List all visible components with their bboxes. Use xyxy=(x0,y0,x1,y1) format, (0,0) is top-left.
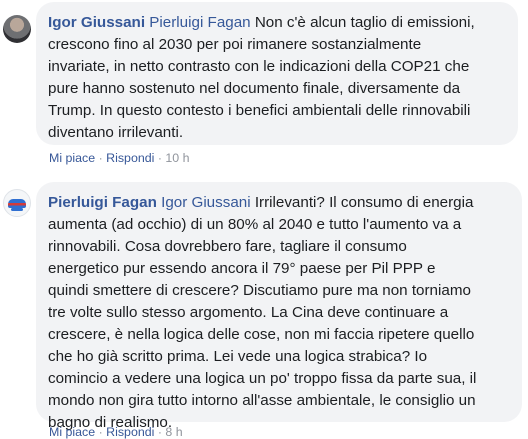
comment-text: crescono fino al 2030 per poi rimanere s… xyxy=(48,36,422,53)
logo-base-shape xyxy=(11,208,23,211)
comment-timestamp[interactable]: 8 h xyxy=(165,425,182,439)
comment-first-line: Pierluigi Fagan Igor Giussani Irrilevant… xyxy=(48,192,512,214)
comment-text: che ho già scritto prima. Lei vede una l… xyxy=(48,348,428,365)
comment-bubble: Igor Giussani Pierluigi Fagan Non c'è al… xyxy=(36,2,518,145)
comment-bubble: Pierluigi Fagan Igor Giussani Irrilevant… xyxy=(36,182,522,431)
comment-actions: Mi piace · Rispondi · 8 h xyxy=(49,425,183,439)
comment-text: invariate, in netto contrasto con le ind… xyxy=(48,58,470,75)
comment-text: Non c'è alcun taglio di emissioni, xyxy=(250,14,475,31)
separator: · xyxy=(154,425,166,439)
comment-text: diventano irrilevanti. xyxy=(48,124,184,141)
like-button[interactable]: Mi piace xyxy=(49,151,95,165)
separator: · xyxy=(95,151,107,165)
separator: · xyxy=(154,151,166,165)
avatar[interactable] xyxy=(3,15,31,43)
comment-text: pure hanno sostenuto nel documento final… xyxy=(48,80,461,97)
separator: · xyxy=(95,425,107,439)
comment-author[interactable]: Igor Giussani xyxy=(48,14,145,31)
comment-text: comincio a vedere una logica un po' trop… xyxy=(48,370,477,387)
avatar[interactable] xyxy=(3,189,31,217)
comment-text: quindi smettere di crescere? Discutiamo … xyxy=(48,282,471,299)
reply-button[interactable]: Rispondi xyxy=(106,425,154,439)
logo-icon xyxy=(8,199,26,208)
comment-text: crescere, è nella logica delle cose, non… xyxy=(48,326,475,343)
comment-text: mondo non gira tutto intorno all'asse am… xyxy=(48,392,476,409)
comment-mention[interactable]: Igor Giussani xyxy=(161,194,250,211)
comment-mention[interactable]: Pierluigi Fagan xyxy=(149,14,250,31)
comment-text: Irrilevanti? Il consumo di energia xyxy=(250,194,474,211)
comment-author[interactable]: Pierluigi Fagan xyxy=(48,194,157,211)
comment-first-line: Igor Giussani Pierluigi Fagan Non c'è al… xyxy=(48,12,508,34)
comment-text: Trump. In questo contesto i benefici amb… xyxy=(48,102,471,119)
reply-button[interactable]: Rispondi xyxy=(106,151,154,165)
comment-text: aumenta (ad occhio) di un 80% al 2040 e … xyxy=(48,216,462,233)
comment-timestamp[interactable]: 10 h xyxy=(165,151,189,165)
comment-text: tre volte sullo stesso argomento. La Cin… xyxy=(48,304,449,321)
comment-text: energetico pur essendo ancora il 79° pae… xyxy=(48,260,436,277)
comment-actions: Mi piace · Rispondi · 10 h xyxy=(49,151,190,165)
like-button[interactable]: Mi piace xyxy=(49,425,95,439)
comment-text: rinnovabili. Cosa dovrebbero fare, tagli… xyxy=(48,238,407,255)
